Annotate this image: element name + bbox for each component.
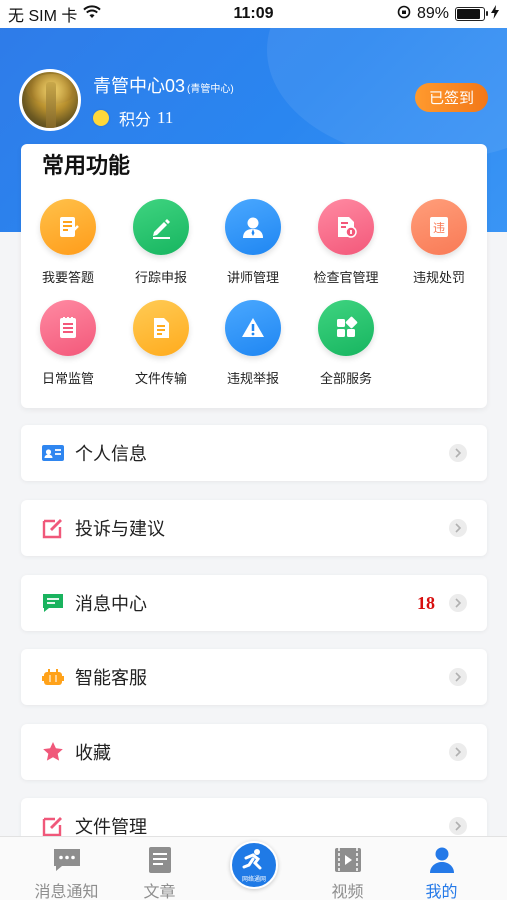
status-bar: 无 SIM 卡 11:09 89% xyxy=(0,0,507,28)
charging-icon xyxy=(491,4,499,24)
menu-row-message-center[interactable]: 消息中心 18 xyxy=(21,575,487,631)
battery-icon xyxy=(455,7,488,21)
points-value: 11 xyxy=(157,108,174,127)
carrier-label: 无 SIM 卡 xyxy=(8,8,78,25)
warning-icon xyxy=(225,300,281,356)
edit-icon xyxy=(40,515,66,541)
signin-button[interactable]: 已签到 xyxy=(415,83,488,112)
common-functions-card: 常用功能 我要答题 行踪申报 讲师管理 检查官管理 违 违规处罚 日常监管 文件… xyxy=(21,144,487,408)
user-org: (青管中心) xyxy=(187,84,234,95)
points-line: 积分 11 xyxy=(93,106,173,130)
chat-icon xyxy=(16,845,117,875)
tab-label: 视频 xyxy=(331,882,364,900)
chevron-right-icon xyxy=(449,444,467,462)
menu-row-label: 消息中心 xyxy=(75,594,147,615)
menu-row-label: 个人信息 xyxy=(75,444,147,465)
svg-text:违: 违 xyxy=(433,221,445,235)
func-label: 文件传输 xyxy=(134,372,187,387)
chevron-right-icon xyxy=(449,817,467,835)
tab-video[interactable]: 视频 xyxy=(297,837,398,900)
func-inspector-management[interactable]: 检查官管理 xyxy=(300,199,392,286)
message-icon xyxy=(40,590,66,616)
tab-label: 消息通知 xyxy=(34,882,99,900)
grid-icon xyxy=(318,300,374,356)
battery-level xyxy=(457,9,481,19)
violation-icon: 违 xyxy=(411,199,467,255)
article-icon xyxy=(109,845,210,875)
runner-logo-icon xyxy=(240,848,268,876)
func-daily-supervision[interactable]: 日常监管 xyxy=(22,300,114,387)
battery-percent: 89% xyxy=(416,5,449,22)
robot-icon xyxy=(40,664,66,690)
menu-row-label: 投诉与建议 xyxy=(75,519,165,540)
avatar-trunk xyxy=(46,82,56,128)
func-lecturer-management[interactable]: 讲师管理 xyxy=(207,199,299,286)
menu-row-smart-service[interactable]: 智能客服 xyxy=(21,649,487,705)
common-functions-title: 常用功能 xyxy=(42,154,131,179)
document-info-icon xyxy=(318,199,374,255)
list-icon xyxy=(40,300,96,356)
menu-row-personal-info[interactable]: 个人信息 xyxy=(21,425,487,481)
func-violation-penalty[interactable]: 违 违规处罚 xyxy=(393,199,485,286)
func-answer-questions[interactable]: 我要答题 xyxy=(22,199,114,286)
menu-row-favorites[interactable]: 收藏 xyxy=(21,724,487,780)
star-icon xyxy=(40,739,66,765)
tab-label: 文章 xyxy=(143,882,176,900)
avatar[interactable] xyxy=(19,69,81,131)
tab-articles[interactable]: 文章 xyxy=(109,837,210,900)
func-all-services[interactable]: 全部服务 xyxy=(300,300,392,387)
unread-count-badge: 18 xyxy=(417,592,435,613)
orientation-lock-icon xyxy=(397,5,411,24)
wifi-icon xyxy=(83,4,102,24)
menu-row-complaints[interactable]: 投诉与建议 xyxy=(21,500,487,556)
func-label: 我要答题 xyxy=(41,271,94,286)
video-icon xyxy=(297,845,398,875)
tab-notifications[interactable]: 消息通知 xyxy=(16,837,117,900)
tab-mine[interactable]: 我的 xyxy=(391,837,492,900)
chevron-right-icon xyxy=(449,668,467,686)
func-file-transfer[interactable]: 文件传输 xyxy=(115,300,207,387)
func-label: 违规举报 xyxy=(226,372,279,387)
center-logo-label: 网络通网 xyxy=(241,875,266,883)
func-label: 违规处罚 xyxy=(412,271,465,286)
center-logo-button[interactable]: 网络通网 xyxy=(230,841,278,889)
file-icon xyxy=(133,300,189,356)
coin-icon xyxy=(93,110,109,126)
id-card-icon xyxy=(40,440,66,466)
chevron-right-icon xyxy=(449,743,467,761)
tab-label: 我的 xyxy=(425,882,458,900)
func-label: 行踪申报 xyxy=(134,271,187,286)
chevron-right-icon xyxy=(449,519,467,537)
pencil-icon xyxy=(133,199,189,255)
edit-note-icon xyxy=(40,199,96,255)
user-name-line: 青管中心03 (青管中心) xyxy=(93,72,234,98)
menu-row-label: 收藏 xyxy=(75,743,111,764)
chevron-right-icon xyxy=(449,594,467,612)
func-label: 讲师管理 xyxy=(226,271,279,286)
points-label: 积分 xyxy=(119,112,152,129)
func-itinerary-report[interactable]: 行踪申报 xyxy=(115,199,207,286)
menu-row-label: 智能客服 xyxy=(75,668,147,689)
func-label: 检查官管理 xyxy=(313,271,379,286)
user-name: 青管中心03 xyxy=(93,76,186,96)
person-icon xyxy=(391,845,492,875)
func-label: 全部服务 xyxy=(319,372,372,387)
user-icon xyxy=(225,199,281,255)
func-label: 日常监管 xyxy=(41,372,94,387)
func-violation-report[interactable]: 违规举报 xyxy=(207,300,299,387)
